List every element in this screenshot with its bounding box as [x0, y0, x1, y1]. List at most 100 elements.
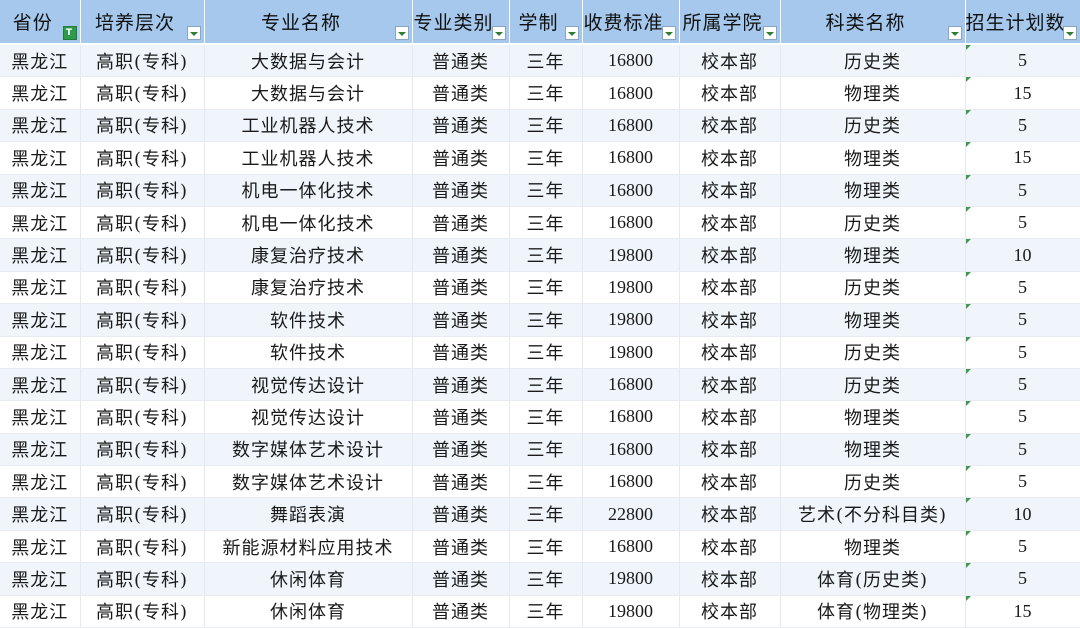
province-cell[interactable]: 黑龙江 [0, 497, 81, 531]
duration-cell[interactable]: 三年 [509, 433, 583, 467]
college-cell[interactable]: 校本部 [679, 595, 781, 628]
enrollment-plan-cell[interactable]: 5 [965, 400, 1080, 434]
dropdown-arrow-icon[interactable] [186, 26, 201, 40]
fee-cell[interactable]: 19800 [582, 303, 680, 337]
duration-cell[interactable]: 三年 [509, 465, 583, 499]
dropdown-arrow-icon[interactable] [661, 26, 676, 40]
subject-type-cell[interactable]: 物理类 [780, 174, 966, 207]
subject-type-cell[interactable]: 历史类 [780, 271, 966, 305]
fee-cell[interactable]: 16800 [582, 109, 680, 143]
subject-type-cell[interactable]: 历史类 [780, 368, 966, 402]
major-category-cell[interactable]: 普通类 [412, 595, 510, 628]
major-category-cell[interactable]: 普通类 [412, 174, 510, 207]
duration-cell[interactable]: 三年 [509, 497, 583, 531]
enrollment-plan-cell[interactable]: 5 [965, 206, 1080, 240]
enrollment-plan-cell[interactable]: 5 [965, 562, 1080, 596]
level-cell[interactable]: 高职(专科) [80, 595, 205, 628]
college-cell[interactable]: 校本部 [679, 497, 781, 531]
column-header-major-category[interactable]: 专业类别 [412, 0, 510, 45]
province-cell[interactable]: 黑龙江 [0, 595, 81, 628]
level-cell[interactable]: 高职(专科) [80, 174, 205, 207]
dropdown-arrow-icon[interactable] [947, 26, 962, 40]
province-cell[interactable]: 黑龙江 [0, 368, 81, 402]
major-category-cell[interactable]: 普通类 [412, 271, 510, 305]
major-name-cell[interactable]: 软件技术 [204, 336, 413, 369]
fee-cell[interactable]: 19800 [582, 238, 680, 272]
major-name-cell[interactable]: 大数据与会计 [204, 76, 413, 110]
subject-type-cell[interactable]: 物理类 [780, 76, 966, 110]
subject-type-cell[interactable]: 物理类 [780, 303, 966, 337]
level-cell[interactable]: 高职(专科) [80, 433, 205, 467]
subject-type-cell[interactable]: 物理类 [780, 238, 966, 272]
college-cell[interactable]: 校本部 [679, 530, 781, 564]
level-cell[interactable]: 高职(专科) [80, 271, 205, 305]
level-cell[interactable]: 高职(专科) [80, 44, 205, 78]
duration-cell[interactable]: 三年 [509, 174, 583, 207]
enrollment-plan-cell[interactable]: 5 [965, 303, 1080, 337]
major-name-cell[interactable]: 康复治疗技术 [204, 271, 413, 305]
college-cell[interactable]: 校本部 [679, 336, 781, 369]
level-cell[interactable]: 高职(专科) [80, 141, 205, 175]
level-cell[interactable]: 高职(专科) [80, 238, 205, 272]
major-name-cell[interactable]: 软件技术 [204, 303, 413, 337]
province-cell[interactable]: 黑龙江 [0, 109, 81, 143]
major-category-cell[interactable]: 普通类 [412, 141, 510, 175]
duration-cell[interactable]: 三年 [509, 562, 583, 596]
enrollment-plan-cell[interactable]: 15 [965, 595, 1080, 628]
duration-cell[interactable]: 三年 [509, 76, 583, 110]
subject-type-cell[interactable]: 历史类 [780, 44, 966, 78]
college-cell[interactable]: 校本部 [679, 76, 781, 110]
major-name-cell[interactable]: 康复治疗技术 [204, 238, 413, 272]
college-cell[interactable]: 校本部 [679, 562, 781, 596]
subject-type-cell[interactable]: 历史类 [780, 109, 966, 143]
duration-cell[interactable]: 三年 [509, 206, 583, 240]
column-header-enrollment-plan[interactable]: 招生计划数 [965, 0, 1080, 45]
college-cell[interactable]: 校本部 [679, 400, 781, 434]
enrollment-plan-cell[interactable]: 5 [965, 530, 1080, 564]
level-cell[interactable]: 高职(专科) [80, 109, 205, 143]
subject-type-cell[interactable]: 体育(物理类) [780, 595, 966, 628]
college-cell[interactable]: 校本部 [679, 141, 781, 175]
enrollment-plan-cell[interactable]: 5 [965, 336, 1080, 369]
major-name-cell[interactable]: 大数据与会计 [204, 44, 413, 78]
duration-cell[interactable]: 三年 [509, 336, 583, 369]
major-category-cell[interactable]: 普通类 [412, 44, 510, 78]
province-cell[interactable]: 黑龙江 [0, 44, 81, 78]
column-header-college[interactable]: 所属学院 [679, 0, 781, 45]
college-cell[interactable]: 校本部 [679, 44, 781, 78]
province-cell[interactable]: 黑龙江 [0, 238, 81, 272]
college-cell[interactable]: 校本部 [679, 433, 781, 467]
column-header-fee[interactable]: 收费标准 [582, 0, 680, 45]
duration-cell[interactable]: 三年 [509, 238, 583, 272]
major-name-cell[interactable]: 视觉传达设计 [204, 368, 413, 402]
subject-type-cell[interactable]: 物理类 [780, 141, 966, 175]
subject-type-cell[interactable]: 物理类 [780, 530, 966, 564]
duration-cell[interactable]: 三年 [509, 44, 583, 78]
college-cell[interactable]: 校本部 [679, 109, 781, 143]
column-header-duration[interactable]: 学制 [509, 0, 583, 45]
column-header-major-name[interactable]: 专业名称 [204, 0, 413, 45]
major-name-cell[interactable]: 休闲体育 [204, 562, 413, 596]
fee-cell[interactable]: 19800 [582, 595, 680, 628]
duration-cell[interactable]: 三年 [509, 530, 583, 564]
duration-cell[interactable]: 三年 [509, 141, 583, 175]
province-cell[interactable]: 黑龙江 [0, 206, 81, 240]
dropdown-arrow-icon[interactable] [491, 26, 506, 40]
fee-cell[interactable]: 19800 [582, 336, 680, 369]
major-name-cell[interactable]: 数字媒体艺术设计 [204, 433, 413, 467]
fee-cell[interactable]: 16800 [582, 433, 680, 467]
major-category-cell[interactable]: 普通类 [412, 562, 510, 596]
college-cell[interactable]: 校本部 [679, 238, 781, 272]
major-name-cell[interactable]: 新能源材料应用技术 [204, 530, 413, 564]
level-cell[interactable]: 高职(专科) [80, 530, 205, 564]
province-cell[interactable]: 黑龙江 [0, 562, 81, 596]
duration-cell[interactable]: 三年 [509, 400, 583, 434]
level-cell[interactable]: 高职(专科) [80, 465, 205, 499]
major-name-cell[interactable]: 机电一体化技术 [204, 206, 413, 240]
fee-cell[interactable]: 16800 [582, 174, 680, 207]
level-cell[interactable]: 高职(专科) [80, 336, 205, 369]
fee-cell[interactable]: 22800 [582, 497, 680, 531]
major-category-cell[interactable]: 普通类 [412, 400, 510, 434]
major-category-cell[interactable]: 普通类 [412, 433, 510, 467]
major-category-cell[interactable]: 普通类 [412, 530, 510, 564]
